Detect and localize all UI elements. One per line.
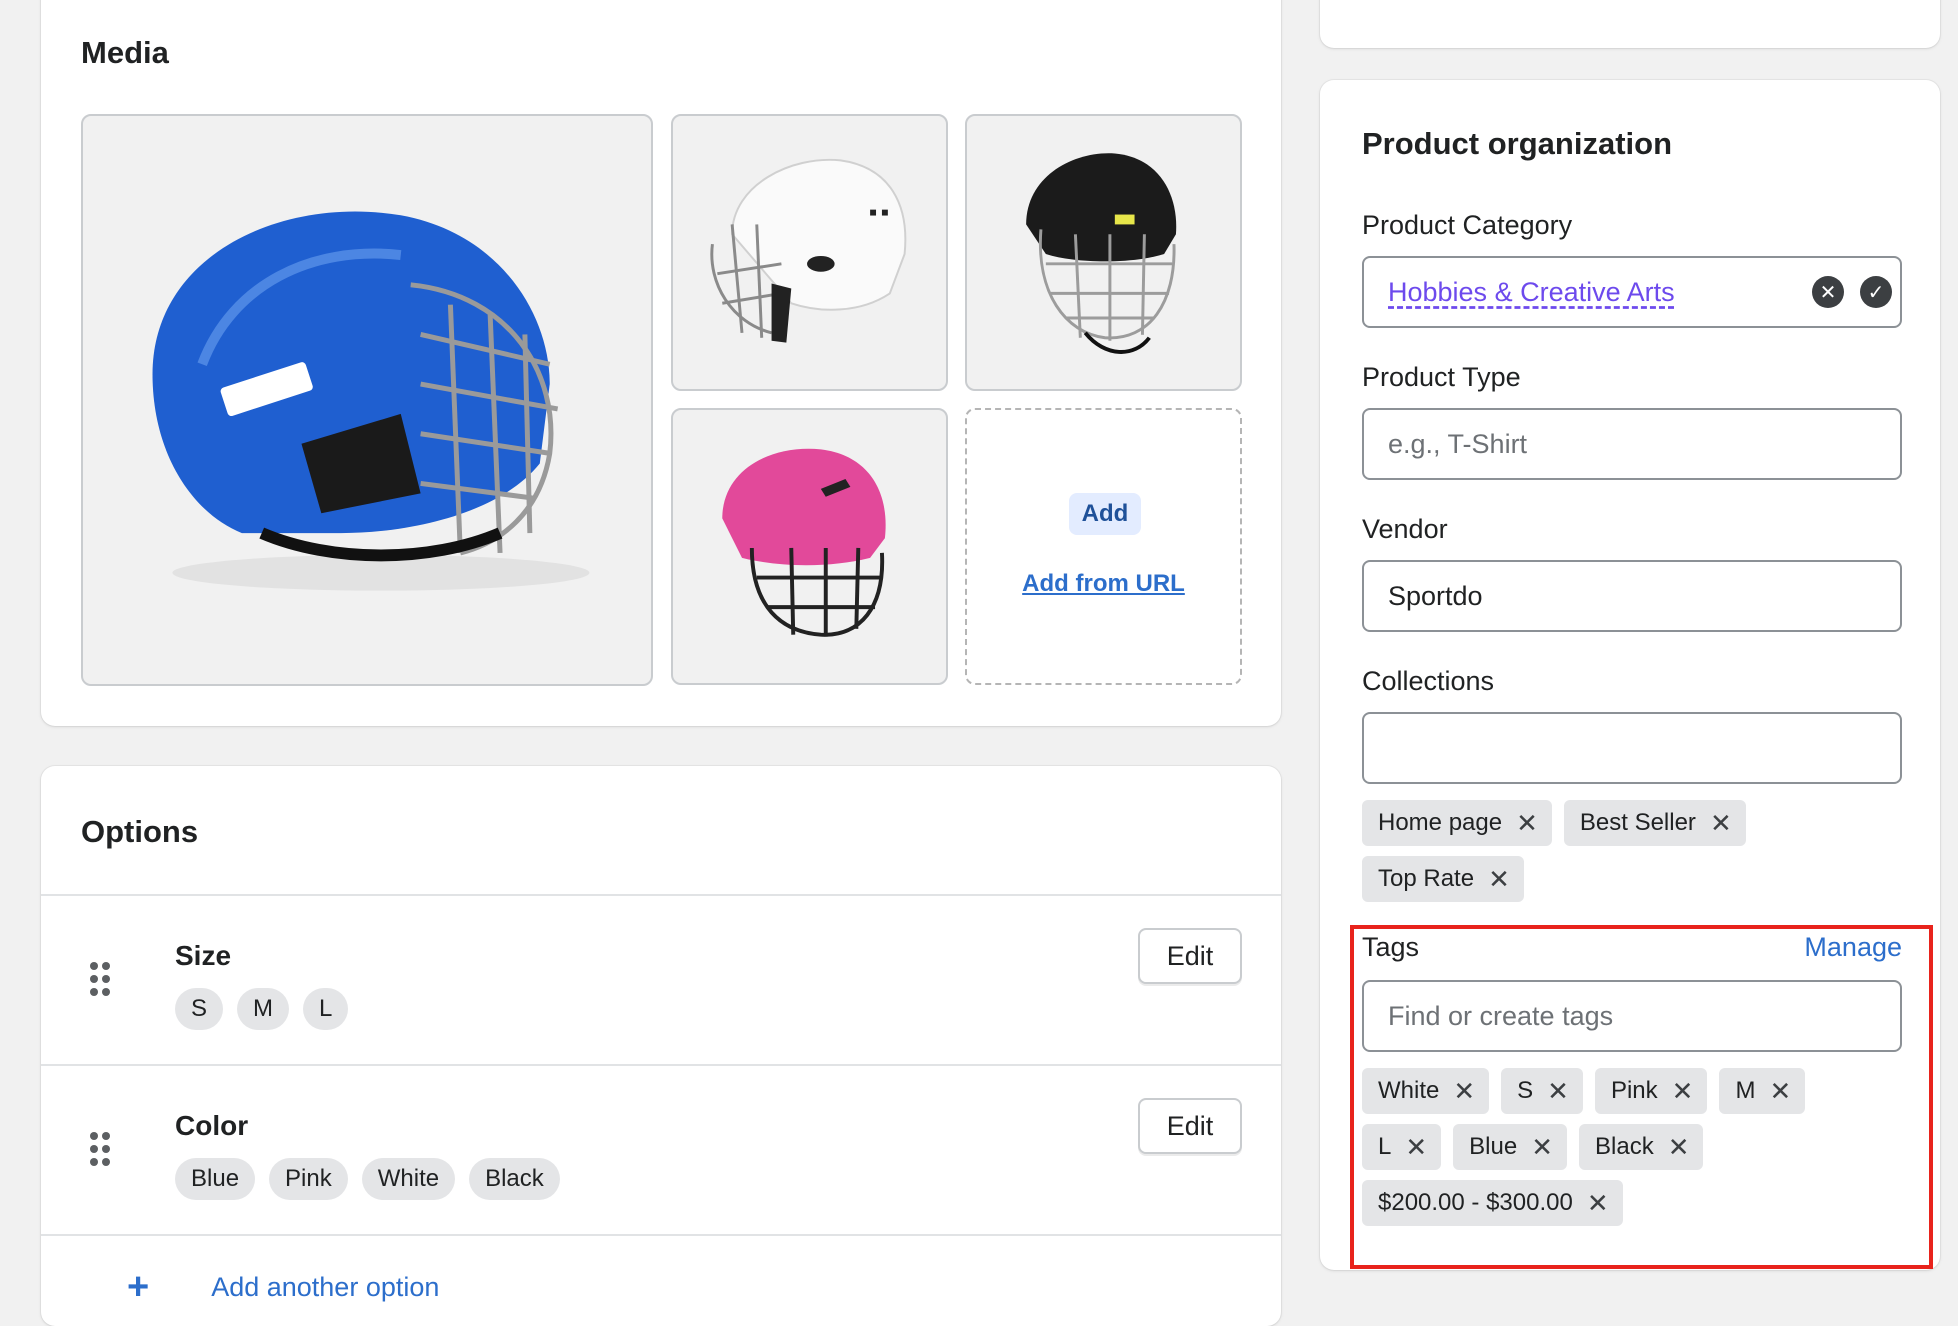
collection-tag: Best Seller ✕ [1563, 800, 1746, 846]
product-category-label: Product Category [1362, 210, 1573, 240]
right-top-card [1320, 0, 1940, 48]
product-type-input[interactable]: e.g., T-Shirt [1362, 408, 1902, 480]
media-image-pink-helmet[interactable] [671, 408, 948, 685]
white-helmet-image [710, 158, 907, 343]
collections-label: Collections [1362, 666, 1495, 696]
edit-size-button[interactable]: Edit [1138, 928, 1242, 984]
divider [41, 1234, 1281, 1236]
option-name-size: Size [175, 940, 232, 971]
black-helmet-image [1026, 153, 1177, 354]
media-image-white-helmet[interactable] [671, 114, 948, 391]
collections-tags-row: Top Rate ✕ [1362, 856, 1524, 902]
edit-color-button[interactable]: Edit [1138, 1098, 1242, 1154]
product-type-placeholder: e.g., T-Shirt [1388, 428, 1528, 459]
option-value-chip: Pink [269, 1158, 348, 1200]
pink-helmet-image [722, 448, 886, 637]
plus-icon: + [127, 1266, 150, 1308]
option-values-size: S M L [175, 988, 349, 1030]
blue-helmet-image [152, 211, 590, 591]
remove-tag-icon[interactable]: ✕ [1516, 808, 1538, 839]
media-image-black-helmet[interactable] [965, 114, 1242, 391]
collection-tag-label: Top Rate [1378, 865, 1475, 892]
collection-tag-label: Best Seller [1579, 809, 1696, 836]
remove-tag-icon[interactable]: ✕ [1488, 864, 1510, 895]
divider [41, 1064, 1281, 1066]
collection-tag-label: Home page [1378, 809, 1503, 836]
product-category-value[interactable]: Hobbies & Creative Arts [1388, 277, 1675, 308]
media-image-blue-helmet[interactable] [81, 114, 653, 686]
media-upload-dropzone[interactable]: Add Add from URL [965, 408, 1242, 685]
clear-category-icon[interactable]: ✕ [1812, 276, 1844, 308]
option-values-color: Blue Pink White Black [175, 1158, 560, 1200]
add-another-option-button[interactable]: + Add another option [127, 1268, 439, 1306]
options-card: Options Size S M L Edit Color Blue Pink … [41, 766, 1281, 1326]
media-card: Media Add Add from URL [41, 0, 1281, 726]
option-value-chip: M [237, 988, 290, 1030]
tags-highlight-box [1350, 925, 1933, 1269]
option-value-chip: White [361, 1158, 456, 1200]
product-organization-title: Product organization [1362, 126, 1672, 161]
add-from-url-link[interactable]: Add from URL [967, 570, 1240, 598]
drag-handle-icon[interactable] [90, 962, 112, 996]
product-category-field[interactable]: Hobbies & Creative Arts ✕ ✓ [1362, 256, 1902, 328]
add-another-option-label: Add another option [211, 1271, 440, 1302]
remove-tag-icon[interactable]: ✕ [1710, 808, 1732, 839]
vendor-input[interactable]: Sportdo [1362, 560, 1902, 632]
divider [41, 894, 1281, 896]
vendor-label: Vendor [1362, 514, 1448, 544]
collections-input[interactable] [1362, 712, 1902, 784]
collection-tag: Home page ✕ [1362, 800, 1552, 846]
option-value-chip: L [303, 988, 349, 1030]
media-title: Media [81, 35, 169, 70]
option-value-chip: Black [469, 1158, 560, 1200]
drag-handle-icon[interactable] [90, 1132, 112, 1166]
options-title: Options [81, 814, 199, 849]
add-media-button[interactable]: Add [1069, 493, 1141, 535]
confirm-category-icon[interactable]: ✓ [1860, 276, 1892, 308]
option-value-chip: S [175, 988, 224, 1030]
collections-tags-row: Home page ✕ Best Seller ✕ [1362, 800, 1746, 846]
vendor-value: Sportdo [1388, 580, 1483, 611]
product-type-label: Product Type [1362, 362, 1521, 392]
option-value-chip: Blue [175, 1158, 256, 1200]
collection-tag: Top Rate ✕ [1362, 856, 1524, 902]
option-name-color: Color [175, 1110, 249, 1141]
